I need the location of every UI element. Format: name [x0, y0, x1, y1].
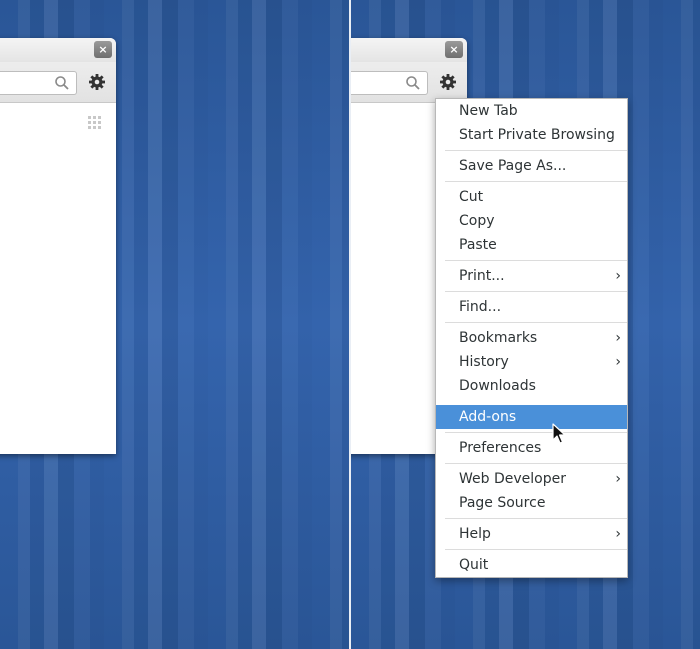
browser-window: × [0, 38, 116, 454]
menu-item-save-page[interactable]: Save Page As... [436, 154, 627, 178]
app-menu: New Tab Start Private Browsing Save Page… [435, 98, 628, 578]
menu-separator [445, 291, 627, 292]
menu-item-add-ons[interactable]: Add-ons [436, 405, 627, 429]
menu-item-label: Copy [459, 213, 495, 229]
menu-separator [445, 549, 627, 550]
menu-item-label: Find... [459, 299, 502, 315]
submenu-arrow-icon: › [615, 471, 621, 487]
menu-item-web-developer[interactable]: Web Developer › [436, 467, 627, 491]
gear-icon[interactable] [87, 72, 107, 92]
menu-item-label: Page Source [459, 495, 546, 511]
menu-separator [445, 322, 627, 323]
menu-item-print[interactable]: Print... › [436, 264, 627, 288]
desktop-left: × [0, 0, 349, 649]
menu-item-quit[interactable]: Quit [436, 553, 627, 577]
submenu-arrow-icon: › [615, 526, 621, 542]
menu-item-label: Cut [459, 189, 484, 205]
mouse-pointer-icon [552, 423, 566, 444]
search-icon [55, 76, 69, 90]
menu-item-label: Help [459, 526, 491, 542]
menu-item-label: Downloads [459, 378, 536, 394]
menu-item-page-source[interactable]: Page Source [436, 491, 627, 515]
menu-separator [445, 463, 627, 464]
submenu-arrow-icon: › [615, 354, 621, 370]
menu-item-label: Add-ons [459, 409, 517, 425]
close-icon[interactable]: × [445, 41, 463, 58]
menu-item-history[interactable]: History › [436, 350, 627, 374]
menu-item-help[interactable]: Help › [436, 522, 627, 546]
title-bar: × [351, 38, 467, 62]
menu-item-label: History [459, 354, 509, 370]
menu-item-label: Print... [459, 268, 505, 284]
menu-item-paste[interactable]: Paste [436, 233, 627, 257]
menu-item-copy[interactable]: Copy [436, 209, 627, 233]
menu-item-label: Quit [459, 557, 489, 573]
menu-item-find[interactable]: Find... [436, 295, 627, 319]
menu-item-label: Paste [459, 237, 497, 253]
menu-separator [445, 518, 627, 519]
menu-item-private-browsing[interactable]: Start Private Browsing [436, 123, 627, 147]
menu-item-label: Save Page As... [459, 158, 567, 174]
menu-item-label: Start Private Browsing [459, 127, 615, 143]
menu-item-label: New Tab [459, 103, 518, 119]
gear-icon[interactable] [438, 72, 458, 92]
title-bar: × [0, 38, 116, 62]
submenu-arrow-icon: › [615, 268, 621, 284]
menu-item-label: Bookmarks [459, 330, 538, 346]
menu-separator [445, 181, 627, 182]
close-icon[interactable]: × [94, 41, 112, 58]
toolbar [351, 62, 467, 103]
url-bar[interactable] [0, 71, 77, 95]
toolbar [0, 62, 116, 103]
menu-separator [445, 150, 627, 151]
menu-item-cut[interactable]: Cut [436, 185, 627, 209]
menu-separator [445, 432, 627, 433]
menu-item-downloads[interactable]: Downloads [436, 374, 627, 398]
menu-item-preferences[interactable]: Preferences [436, 436, 627, 460]
search-icon [406, 76, 420, 90]
menu-item-bookmarks[interactable]: Bookmarks › [436, 326, 627, 350]
menu-item-new-tab[interactable]: New Tab [436, 99, 627, 123]
apps-grid-icon[interactable] [88, 116, 102, 130]
submenu-arrow-icon: › [615, 330, 621, 346]
url-bar[interactable] [351, 71, 428, 95]
menu-separator [445, 260, 627, 261]
menu-item-label: Preferences [459, 440, 542, 456]
menu-item-label: Web Developer [459, 471, 566, 487]
